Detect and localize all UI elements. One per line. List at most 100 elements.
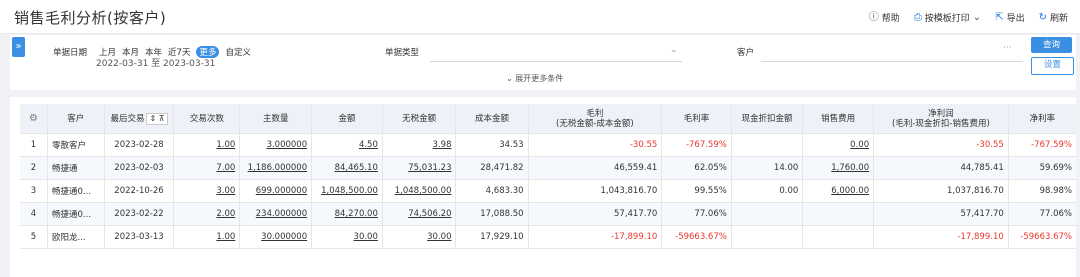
cell-date: 2022-10-26 bbox=[104, 179, 175, 203]
help-icon: ⓘ bbox=[868, 11, 879, 23]
refresh-icon: ↻ bbox=[1038, 11, 1047, 23]
header-cost[interactable]: 成本金额 bbox=[455, 104, 529, 134]
cell-net: 57,417.70 bbox=[873, 202, 1009, 226]
cell-notax-link[interactable]: 74,506.20 bbox=[382, 202, 457, 226]
header-net-rate[interactable]: 净利率 bbox=[1008, 104, 1076, 134]
cell-margin: 99.55% bbox=[661, 179, 732, 203]
cell-expense-link[interactable]: 0.00 bbox=[802, 133, 875, 157]
cell-count-link[interactable]: 7.00 bbox=[173, 156, 241, 180]
cell-notax-link[interactable]: 30.00 bbox=[382, 225, 457, 249]
chevron-down-icon[interactable]: ⌄ bbox=[973, 12, 981, 23]
cell-profit: 46,559.41 bbox=[528, 156, 663, 180]
date-option-custom[interactable]: 自定义 bbox=[225, 46, 251, 58]
row-number: 4 bbox=[20, 202, 49, 226]
customer-select[interactable] bbox=[761, 61, 1023, 62]
refresh-button[interactable]: ↻ 刷新 bbox=[1039, 11, 1068, 24]
cell-cost: 4,683.30 bbox=[455, 179, 529, 203]
printer-icon: ⎙ bbox=[913, 11, 922, 23]
print-template-button[interactable]: ⎙ 按模板打印 ⌄ bbox=[914, 11, 981, 24]
table-row[interactable]: 4 畅捷通0... 2023-02-22 2.00 234.000000 84,… bbox=[20, 202, 1076, 226]
sort-icon[interactable]: ⇕ ⊼ bbox=[146, 112, 168, 125]
gear-icon[interactable]: ⚙ bbox=[29, 113, 38, 124]
cell-amount-link[interactable]: 84,465.10 bbox=[311, 156, 383, 180]
header-amount[interactable]: 金额 bbox=[311, 104, 383, 134]
cell-date: 2023-03-13 bbox=[104, 225, 175, 249]
cell-count-link[interactable]: 1.00 bbox=[173, 225, 241, 249]
header-profit-formula: (无税金额-成本金额) bbox=[556, 118, 634, 129]
header-notax[interactable]: 无税金额 bbox=[382, 104, 457, 134]
print-label: 按模板打印 bbox=[924, 14, 970, 24]
page-title: 销售毛利分析(按客户) bbox=[14, 9, 167, 27]
cell-amount-link[interactable]: 30.00 bbox=[311, 225, 383, 249]
cell-notax-link[interactable]: 75,031.23 bbox=[382, 156, 457, 180]
table-row[interactable]: 1 零散客户 2023-02-28 1.00 3.000000 4.50 3.9… bbox=[20, 133, 1076, 157]
header-last-trade-label: 最后交易 bbox=[110, 113, 145, 124]
cell-count-link[interactable]: 1.00 bbox=[173, 133, 241, 157]
cell-expense-link[interactable]: 6,000.00 bbox=[802, 179, 875, 203]
cell-amount-link[interactable]: 1,048,500.00 bbox=[311, 179, 383, 203]
cell-expense-link[interactable] bbox=[802, 202, 875, 226]
cell-net: -30.55 bbox=[873, 133, 1009, 157]
help-button[interactable]: ⓘ 帮助 bbox=[869, 11, 900, 24]
cell-amount-link[interactable]: 4.50 bbox=[311, 133, 383, 157]
cell-discount bbox=[731, 133, 804, 157]
query-button[interactable]: 查询 bbox=[1031, 37, 1072, 53]
header-net[interactable]: 净利润 (毛利-现金折扣-销售费用) bbox=[873, 104, 1009, 134]
export-button[interactable]: ⇱ 导出 bbox=[995, 11, 1024, 24]
cell-profit: -30.55 bbox=[528, 133, 663, 157]
export-label: 导出 bbox=[1006, 14, 1025, 24]
cell-margin: 77.06% bbox=[661, 202, 732, 226]
settings-button[interactable]: 设置 bbox=[1031, 57, 1074, 75]
chevron-down-icon[interactable]: ⌄ bbox=[670, 45, 678, 55]
cell-net: -17,899.10 bbox=[873, 225, 1009, 249]
cell-profit: -17,899.10 bbox=[528, 225, 663, 249]
cell-notax-link[interactable]: 3.98 bbox=[382, 133, 457, 157]
header-net-formula: (毛利-现金折扣-销售费用) bbox=[892, 118, 990, 129]
cell-discount: 14.00 bbox=[731, 156, 804, 180]
cell-discount bbox=[731, 202, 804, 226]
date-range-value[interactable]: 2022-03-31 至 2023-03-31 bbox=[96, 56, 215, 69]
refresh-label: 刷新 bbox=[1049, 14, 1068, 24]
table-row[interactable]: 3 畅捷通0... 2022-10-26 3.00 699.000000 1,0… bbox=[20, 179, 1076, 203]
cell-qty-link[interactable]: 3.000000 bbox=[239, 133, 313, 157]
row-number: 1 bbox=[20, 133, 49, 157]
cell-net-rate: -767.59% bbox=[1008, 133, 1076, 157]
cell-qty-link[interactable]: 30.000000 bbox=[239, 225, 313, 249]
doc-type-select[interactable] bbox=[430, 61, 682, 62]
cell-amount-link[interactable]: 84,270.00 bbox=[311, 202, 383, 226]
cell-expense-link[interactable] bbox=[802, 225, 875, 249]
header-customer[interactable]: 客户 bbox=[47, 104, 105, 134]
cell-qty-link[interactable]: 1,186.000000 bbox=[239, 156, 313, 180]
header-expense[interactable]: 销售费用 bbox=[802, 104, 875, 134]
cell-qty-link[interactable]: 234.000000 bbox=[239, 202, 313, 226]
profit-table: ⚙ 客户 最后交易 ⇕ ⊼ 交易次数 主数量 金额 无税金额 成本金额 毛利 (无… bbox=[20, 104, 1076, 249]
cell-net-rate: 98.98% bbox=[1008, 179, 1076, 203]
cell-date: 2023-02-22 bbox=[104, 202, 175, 226]
cell-count-link[interactable]: 3.00 bbox=[173, 179, 241, 203]
cell-notax-link[interactable]: 1,048,500.00 bbox=[382, 179, 457, 203]
date-filter-label: 单据日期 bbox=[53, 48, 88, 58]
header-discount[interactable]: 现金折扣金额 bbox=[731, 104, 804, 134]
cell-count-link[interactable]: 2.00 bbox=[173, 202, 241, 226]
cell-expense-link[interactable]: 1,760.00 bbox=[802, 156, 875, 180]
expand-more-conditions[interactable]: ⌄ 展开更多条件 bbox=[506, 73, 563, 84]
cell-qty-link[interactable]: 699.000000 bbox=[239, 179, 313, 203]
double-chevron-down-icon: ⌄ bbox=[506, 74, 513, 83]
row-number: 5 bbox=[20, 225, 49, 249]
header-last-trade[interactable]: 最后交易 ⇕ ⊼ bbox=[104, 104, 175, 134]
column-settings-header[interactable]: ⚙ bbox=[20, 104, 49, 134]
header-margin[interactable]: 毛利率 bbox=[661, 104, 732, 134]
header-qty[interactable]: 主数量 bbox=[239, 104, 313, 134]
cell-profit: 57,417.70 bbox=[528, 202, 663, 226]
filter-panel: » 单据日期 上月 本月 本年 近7天 更多 自定义 2022-03-31 至 … bbox=[10, 35, 1076, 90]
header-count[interactable]: 交易次数 bbox=[173, 104, 241, 134]
export-icon: ⇱ bbox=[995, 11, 1004, 23]
expand-sidebar-icon[interactable]: » bbox=[12, 37, 25, 57]
help-label: 帮助 bbox=[881, 14, 900, 24]
table-row[interactable]: 2 畅捷通 2023-02-03 7.00 1,186.000000 84,46… bbox=[20, 156, 1076, 180]
more-options-icon[interactable]: ··· bbox=[1003, 43, 1012, 53]
table-row[interactable]: 5 欧阳龙... 2023-03-13 1.00 30.000000 30.00… bbox=[20, 225, 1076, 249]
cell-net: 44,785.41 bbox=[873, 156, 1009, 180]
header-profit[interactable]: 毛利 (无税金额-成本金额) bbox=[528, 104, 663, 134]
cell-net-rate: -59663.67% bbox=[1008, 225, 1076, 249]
